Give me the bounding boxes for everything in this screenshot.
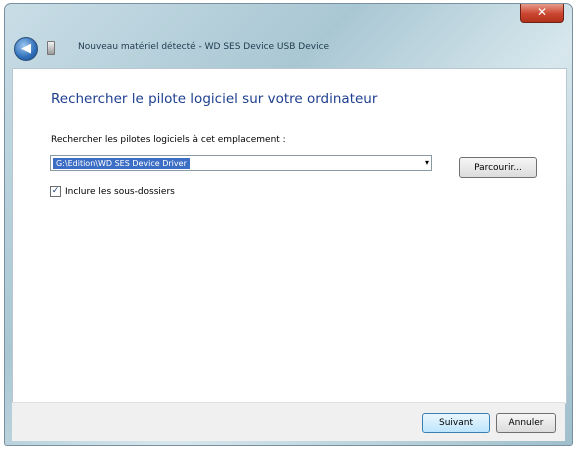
browse-button[interactable]: Parcourir... bbox=[459, 157, 537, 178]
wizard-footer: Suivant Annuler bbox=[12, 402, 565, 441]
include-subfolders-checkbox[interactable]: ✓ bbox=[50, 186, 61, 197]
back-button[interactable]: ◀ bbox=[14, 37, 38, 61]
cancel-button[interactable]: Annuler bbox=[496, 413, 556, 433]
location-label: Rechercher les pilotes logiciels à cet e… bbox=[51, 135, 286, 145]
wizard-window: ✕ ◀ Nouveau matériel détecté - WD SES De… bbox=[4, 3, 573, 446]
page-heading: Rechercher le pilote logiciel sur votre … bbox=[51, 91, 378, 107]
path-value[interactable]: G:\Edition\WD SES Device Driver bbox=[53, 158, 190, 169]
next-button[interactable]: Suivant bbox=[422, 413, 490, 433]
usb-device-icon bbox=[47, 41, 55, 55]
path-combobox[interactable]: G:\Edition\WD SES Device Driver ▾ bbox=[50, 155, 432, 171]
chevron-down-icon[interactable]: ▾ bbox=[425, 157, 429, 169]
include-subfolders-label[interactable]: Inclure les sous-dossiers bbox=[65, 185, 175, 199]
close-button[interactable]: ✕ bbox=[520, 4, 564, 23]
back-arrow-icon: ◀ bbox=[21, 41, 31, 56]
wizard-content: Rechercher le pilote logiciel sur votre … bbox=[12, 68, 567, 404]
window-title: Nouveau matériel détecté - WD SES Device… bbox=[78, 42, 330, 52]
